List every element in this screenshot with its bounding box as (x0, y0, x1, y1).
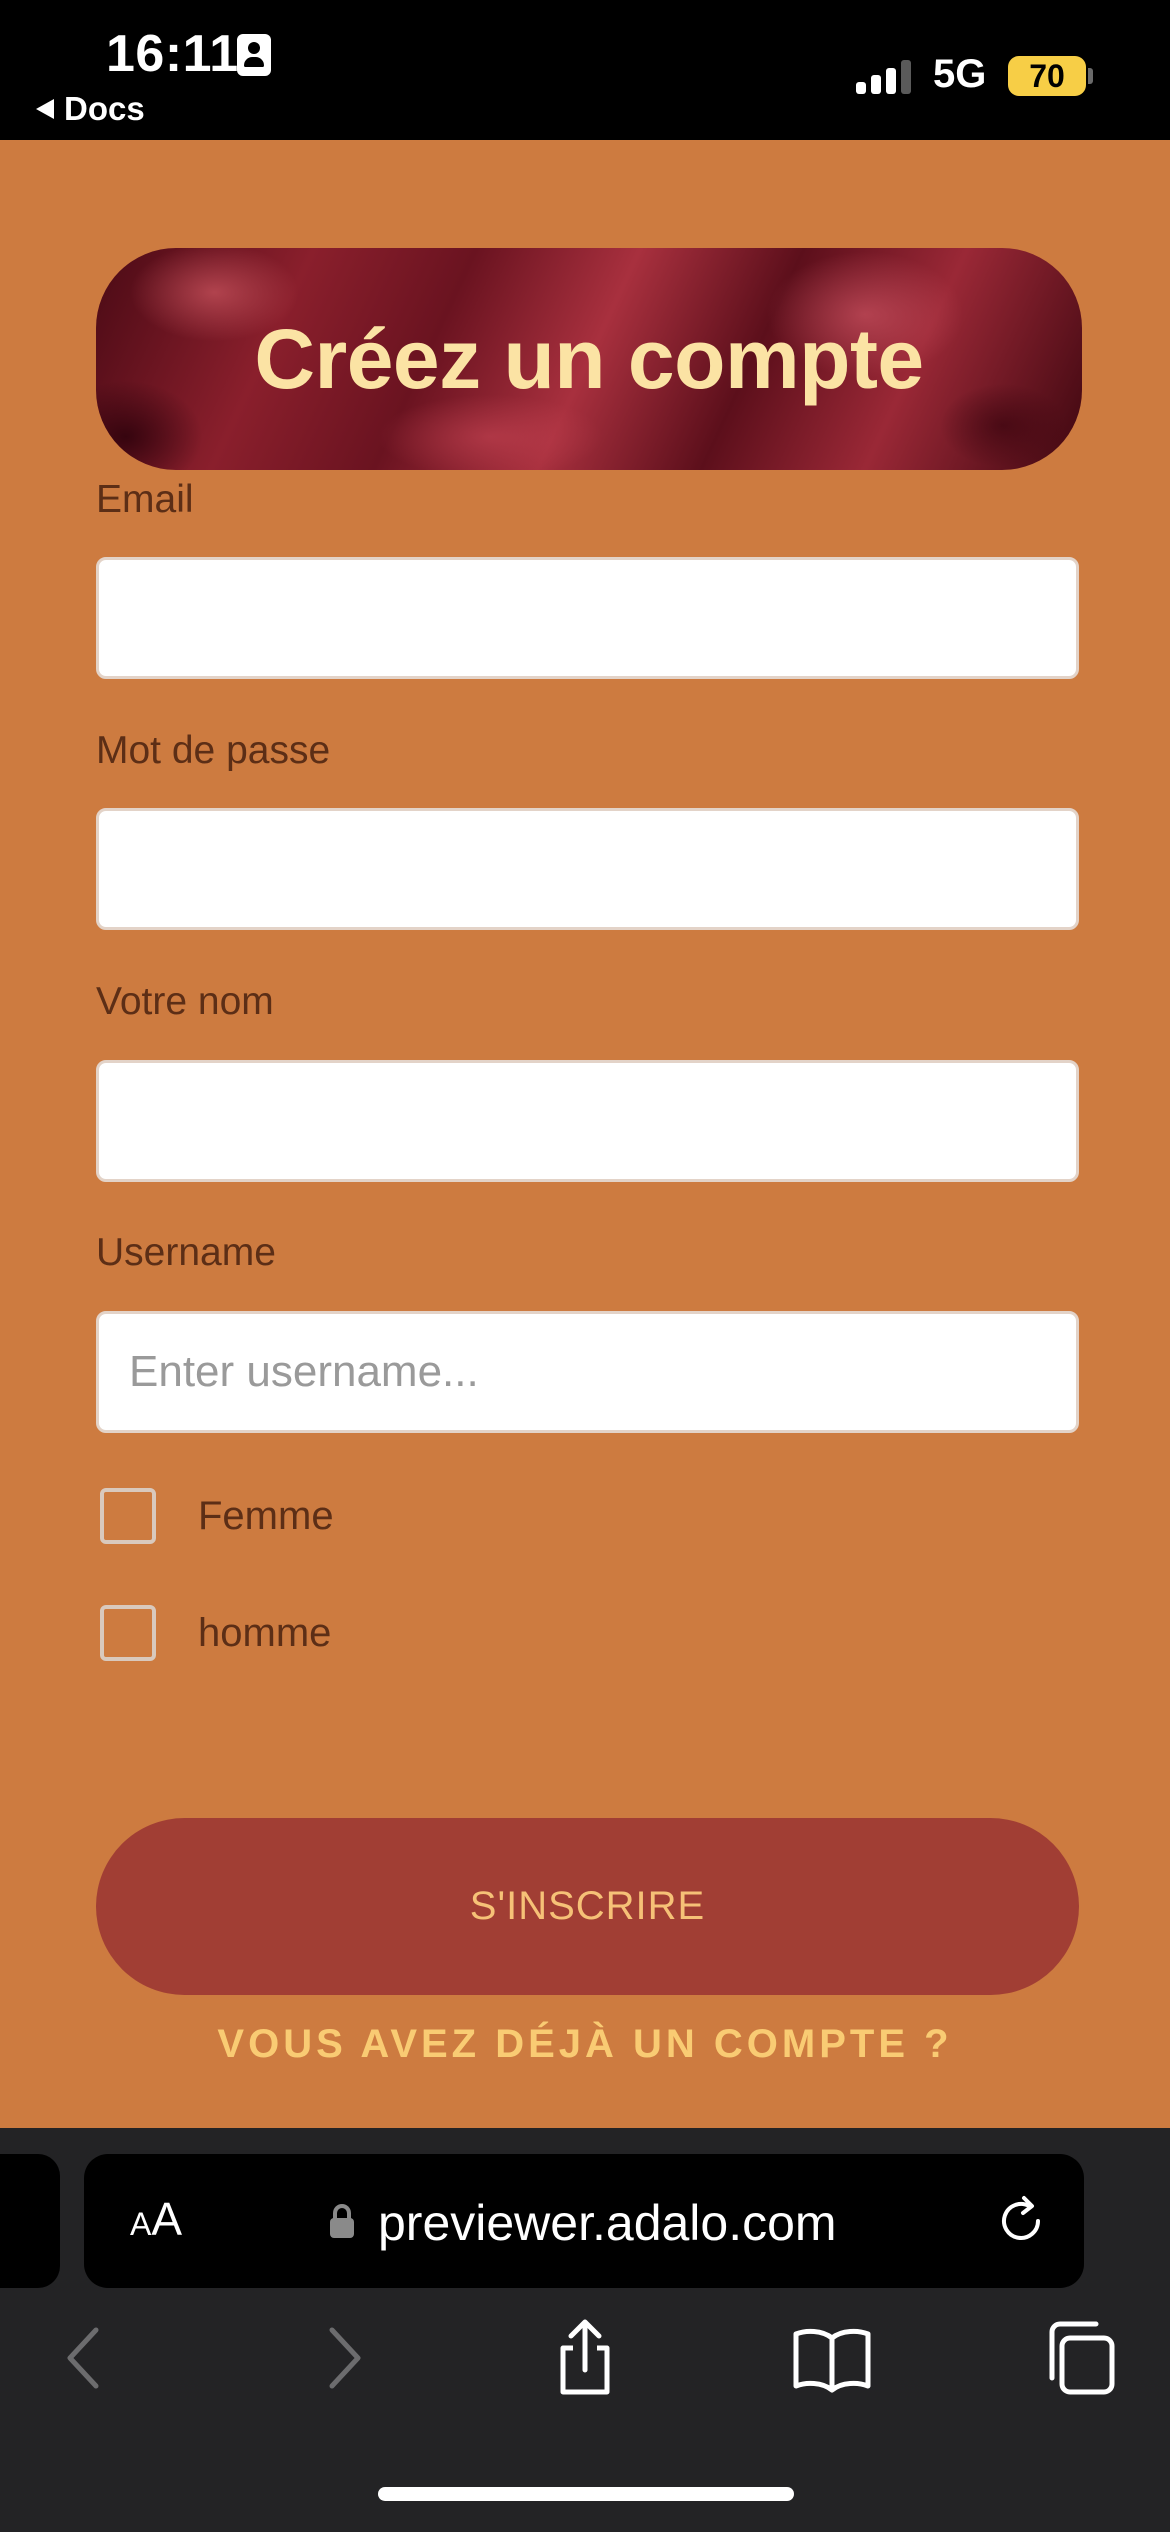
previous-tab-peek[interactable] (0, 2154, 60, 2288)
cellular-signal-icon (856, 60, 916, 94)
login-link[interactable]: VOUS AVEZ DÉJÀ UN COMPTE ? (0, 2022, 1170, 2067)
bookmarks-icon[interactable] (792, 2318, 872, 2398)
title-banner: Créez un compte (96, 248, 1082, 470)
battery-icon: 70 (1008, 56, 1086, 96)
email-field[interactable] (96, 557, 1079, 679)
contact-card-icon (237, 34, 271, 76)
status-bar: 16:11 Docs 5G 70 (0, 0, 1170, 140)
username-field[interactable] (96, 1311, 1079, 1433)
password-label: Mot de passe (96, 729, 331, 772)
network-type: 5G (933, 52, 987, 96)
app-screen: 16:11 Docs 5G 70 Créez un compte Email M… (0, 0, 1170, 2532)
status-time: 16:11 (106, 25, 239, 83)
homme-label: homme (198, 1610, 332, 1655)
reload-icon[interactable] (994, 2194, 1048, 2248)
page-title: Créez un compte (254, 311, 924, 406)
battery-tip (1088, 68, 1093, 84)
name-field[interactable] (96, 1060, 1079, 1182)
forward-icon[interactable] (300, 2318, 380, 2398)
name-label: Votre nom (96, 980, 274, 1023)
tabs-icon[interactable] (1040, 2318, 1120, 2398)
address-bar[interactable]: AA previewer.adalo.com (84, 2154, 1084, 2288)
password-field[interactable] (96, 808, 1079, 930)
url-text: previewer.adalo.com (378, 2195, 837, 2251)
homme-checkbox[interactable] (100, 1605, 156, 1661)
email-label: Email (96, 478, 194, 521)
lock-icon (330, 2204, 354, 2238)
checkbox-row-femme[interactable]: Femme (100, 1488, 334, 1544)
checkbox-row-homme[interactable]: homme (100, 1605, 331, 1661)
back-app-label: Docs (64, 90, 145, 127)
text-size-icon[interactable]: AA (130, 2192, 182, 2246)
back-triangle-icon (36, 99, 54, 119)
username-label: Username (96, 1231, 276, 1274)
share-icon[interactable] (545, 2318, 625, 2398)
home-indicator[interactable] (378, 2487, 794, 2501)
back-to-app-link[interactable]: Docs (36, 90, 145, 128)
femme-checkbox[interactable] (100, 1488, 156, 1544)
back-icon[interactable] (48, 2318, 128, 2398)
femme-label: Femme (198, 1493, 334, 1538)
battery-level: 70 (1029, 58, 1065, 94)
signup-button[interactable]: S'INSCRIRE (96, 1818, 1079, 1995)
